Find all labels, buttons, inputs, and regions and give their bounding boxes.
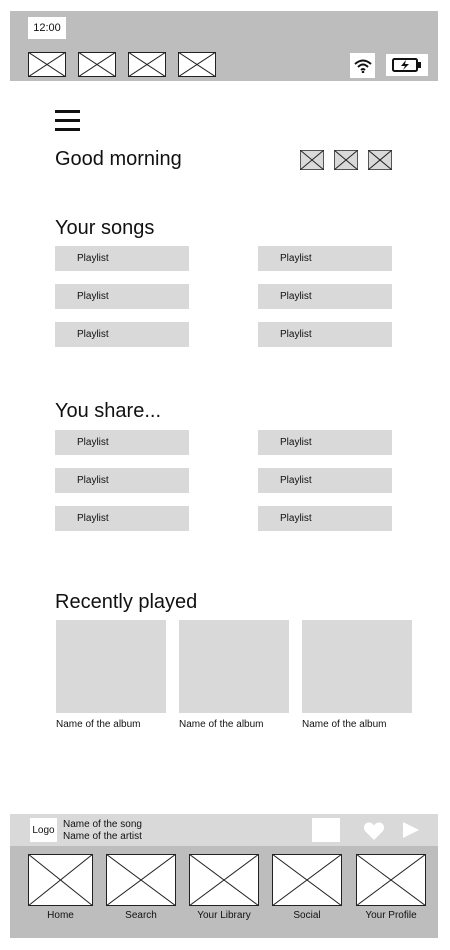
nav-item-profile[interactable]: Your Profile bbox=[356, 854, 426, 921]
header-action-icon[interactable] bbox=[334, 150, 358, 170]
album-name: Name of the album bbox=[56, 719, 141, 730]
player-logo: Logo bbox=[30, 818, 57, 842]
album-cover[interactable] bbox=[56, 620, 166, 713]
album-card[interactable]: Name of the album bbox=[179, 620, 289, 730]
nav-item-search[interactable]: Search bbox=[106, 854, 176, 921]
search-icon bbox=[106, 854, 176, 906]
greeting-title: Good morning bbox=[55, 148, 182, 170]
notification-placeholder-icon bbox=[178, 52, 216, 77]
artist-name: Name of the artist bbox=[63, 831, 142, 842]
album-cover[interactable] bbox=[179, 620, 289, 713]
album-card[interactable]: Name of the album bbox=[302, 620, 412, 730]
play-icon[interactable] bbox=[402, 822, 420, 838]
now-playing-info[interactable]: Name of the song Name of the artist bbox=[63, 819, 142, 843]
recently-played-title: Recently played bbox=[55, 591, 198, 613]
playlist-button[interactable]: Playlist bbox=[258, 284, 392, 309]
home-icon bbox=[28, 854, 93, 906]
hamburger-menu-icon[interactable] bbox=[55, 110, 80, 131]
album-name: Name of the album bbox=[302, 719, 387, 730]
nav-label: Search bbox=[125, 910, 157, 921]
status-time: 12:00 bbox=[28, 17, 66, 39]
song-name: Name of the song bbox=[63, 819, 142, 830]
album-cover[interactable] bbox=[302, 620, 412, 713]
status-bar: 12:00 bbox=[10, 11, 438, 81]
shared-playlist-button[interactable]: Playlist bbox=[55, 430, 189, 455]
nav-label: Your Profile bbox=[365, 910, 417, 921]
shared-playlist-button[interactable]: Playlist bbox=[258, 506, 392, 531]
album-card[interactable]: Name of the album bbox=[56, 620, 166, 730]
profile-icon bbox=[356, 854, 426, 906]
nav-item-social[interactable]: Social bbox=[272, 854, 342, 921]
playlist-button[interactable]: Playlist bbox=[258, 246, 392, 271]
nav-label: Home bbox=[47, 910, 74, 921]
notification-placeholder-icon bbox=[78, 52, 116, 77]
nav-label: Your Library bbox=[197, 910, 251, 921]
heart-icon[interactable] bbox=[363, 821, 385, 841]
battery-charging-icon bbox=[386, 54, 428, 76]
mini-player[interactable]: Logo Name of the song Name of the artist bbox=[10, 814, 438, 846]
bottom-nav: Home Search Your Library Social Your Pro… bbox=[10, 846, 438, 938]
shared-playlist-button[interactable]: Playlist bbox=[55, 506, 189, 531]
header-action-icon[interactable] bbox=[368, 150, 392, 170]
shared-playlist-button[interactable]: Playlist bbox=[55, 468, 189, 493]
nav-item-library[interactable]: Your Library bbox=[189, 854, 259, 921]
nav-item-home[interactable]: Home bbox=[28, 854, 93, 921]
wifi-icon bbox=[350, 53, 375, 78]
nav-label: Social bbox=[293, 910, 321, 921]
your-songs-title: Your songs bbox=[55, 217, 155, 239]
notification-placeholder-icon bbox=[128, 52, 166, 77]
playlist-button[interactable]: Playlist bbox=[55, 322, 189, 347]
playlist-button[interactable]: Playlist bbox=[55, 284, 189, 309]
library-icon bbox=[189, 854, 259, 906]
now-playing-cover bbox=[312, 818, 340, 842]
social-icon bbox=[272, 854, 342, 906]
notification-placeholder-icon bbox=[28, 52, 66, 77]
album-name: Name of the album bbox=[179, 719, 264, 730]
playlist-button[interactable]: Playlist bbox=[55, 246, 189, 271]
header-action-icon[interactable] bbox=[300, 150, 324, 170]
shared-playlist-button[interactable]: Playlist bbox=[258, 468, 392, 493]
playlist-button[interactable]: Playlist bbox=[258, 322, 392, 347]
shared-playlist-button[interactable]: Playlist bbox=[258, 430, 392, 455]
you-share-title: You share... bbox=[55, 400, 162, 422]
